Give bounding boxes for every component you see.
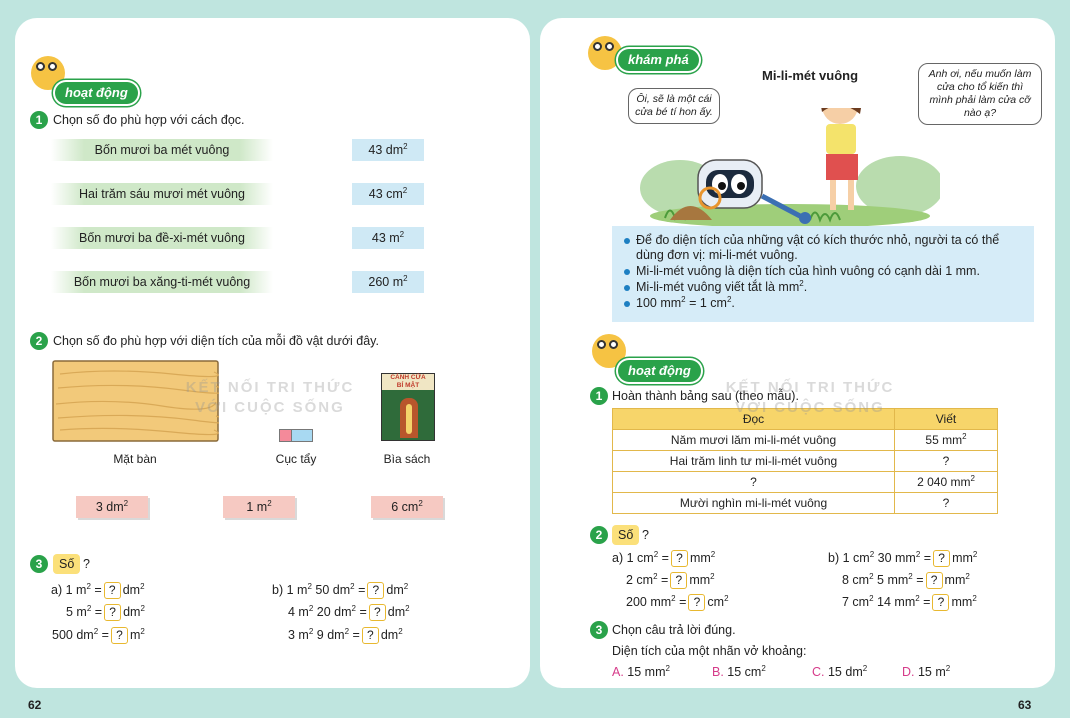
- answer-box[interactable]: ?: [361, 627, 379, 644]
- answer-box[interactable]: ?: [670, 550, 688, 567]
- question-2-prompt: Chọn số đo phù hợp với diện tích của mỗi…: [53, 334, 379, 348]
- expr-a3: 200 mm2 =? cm2: [626, 593, 729, 611]
- speech-bubble-robot: Ôi, sẽ là một cái cửa bé tí hon ấy.: [628, 88, 720, 124]
- so-question-mark: ?: [83, 557, 90, 571]
- info-item-2: Mi-li-mét vuông là diện tích của hình vu…: [624, 264, 1024, 279]
- question-number-2: 2: [30, 332, 48, 350]
- question-3-prompt: Chọn câu trả lời đúng.: [612, 623, 736, 637]
- watermark: KẾT NỐI TRI THỨC VỚI CUỘC SỐNG: [725, 379, 895, 416]
- info-box: Để đo diện tích của những vật có kích th…: [612, 226, 1034, 322]
- question-number-1: 1: [30, 111, 48, 129]
- question-3-subprompt: Diện tích của một nhãn vở khoảng:: [612, 644, 807, 658]
- choice-c[interactable]: C. 15 dm2: [812, 665, 867, 680]
- table-answer-cell[interactable]: ?: [894, 450, 998, 472]
- expr-b3: 3 m2 9 dm2 =? dm2: [288, 626, 403, 644]
- choice-d[interactable]: D. 15 m2: [902, 665, 950, 680]
- answer-box[interactable]: ?: [368, 604, 386, 621]
- measure-1[interactable]: 43 dm2: [352, 139, 424, 161]
- info-item-4: 100 mm2 = 1 cm2.: [624, 296, 1024, 311]
- answer-box[interactable]: ?: [932, 594, 950, 611]
- expr-a1: a) 1 m2 =? dm2: [51, 581, 145, 599]
- area-option-3[interactable]: 6 cm2: [371, 496, 443, 518]
- so-label: Số: [612, 525, 640, 545]
- lesson-title: Mi-li-mét vuông: [762, 68, 859, 83]
- page-number-left: 62: [28, 698, 42, 712]
- area-option-2[interactable]: 1 m2: [223, 496, 295, 518]
- item-label-eraser: Cục tẩy: [275, 452, 317, 466]
- area-option-1[interactable]: 3 dm2: [76, 496, 148, 518]
- reading-4[interactable]: Bốn mươi ba xăng-ti-mét vuông: [51, 271, 273, 293]
- table-answer-cell[interactable]: ?: [894, 492, 998, 514]
- table-row: Hai trăm linh tư mi-li-mét vuông ?: [612, 450, 998, 472]
- speech-bubble-girl: Anh ơi, nếu muốn làm cửa cho tổ kiến thì…: [918, 63, 1042, 125]
- book-cover-image: CÁNH CỬA BÍ MẬT: [381, 373, 435, 441]
- item-label-table: Mặt bàn: [113, 452, 157, 466]
- answer-box[interactable]: ?: [103, 582, 121, 599]
- watermark: KẾT NỐI TRI THỨC VỚI CUỘC SỐNG: [185, 379, 355, 416]
- eraser-image: [279, 429, 313, 442]
- book-title-line-2: BÍ MẬT: [396, 382, 420, 389]
- answer-box[interactable]: ?: [933, 550, 951, 567]
- answer-box[interactable]: ?: [110, 627, 128, 644]
- left-page: hoạt động 1 Chọn số đo phù hợp với cách …: [15, 18, 530, 688]
- answer-box[interactable]: ?: [688, 594, 706, 611]
- expr-a2: 5 m2 =? dm2: [66, 603, 145, 621]
- table-row: Năm mươi lăm mi-li-mét vuông 55 mm2: [612, 429, 998, 451]
- expr-b2: 8 cm2 5 mm2 =? mm2: [842, 571, 970, 589]
- illustration-robot-girl: [640, 108, 940, 226]
- table-row: ? 2 040 mm2: [612, 471, 998, 493]
- choice-b[interactable]: B. 15 cm2: [712, 665, 766, 680]
- info-item-3: Mi-li-mét vuông viết tắt là mm2.: [624, 280, 1024, 295]
- table-row: Mười nghìn mi-li-mét vuông ?: [612, 492, 998, 514]
- section-badge-activity: hoạt động: [618, 360, 701, 382]
- measure-3[interactable]: 43 m2: [352, 227, 424, 249]
- reading-3[interactable]: Bốn mươi ba đề-xi-mét vuông: [51, 227, 273, 249]
- expr-b2: 4 m2 20 dm2 =? dm2: [288, 603, 410, 621]
- page-number-right: 63: [1018, 698, 1032, 712]
- right-page: khám phá Mi-li-mét vuông Ôi, sẽ là một c…: [540, 18, 1055, 688]
- expr-b1: b) 1 m2 50 dm2 =? dm2: [272, 581, 409, 599]
- section-badge-activity: hoạt động: [55, 82, 138, 104]
- section-badge-explore: khám phá: [618, 49, 699, 71]
- reading-2[interactable]: Hai trăm sáu mươi mét vuông: [51, 183, 273, 205]
- choice-a[interactable]: A. 15 mm2: [612, 665, 670, 680]
- expr-b1: b) 1 cm2 30 mm2 =? mm2: [828, 549, 978, 567]
- question-1-prompt: Chọn số đo phù hợp với cách đọc.: [53, 113, 245, 127]
- answer-box[interactable]: ?: [670, 572, 688, 589]
- answer-box[interactable]: ?: [104, 604, 122, 621]
- question-number-1: 1: [590, 387, 608, 405]
- info-item-1: Để đo diện tích của những vật có kích th…: [624, 233, 1024, 263]
- conversion-table: Đọc Viết Năm mươi lăm mi-li-mét vuông 55…: [612, 408, 998, 514]
- measure-4[interactable]: 260 m2: [352, 271, 424, 293]
- reading-1[interactable]: Bốn mươi ba mét vuông: [51, 139, 273, 161]
- table-answer-cell[interactable]: ?: [612, 471, 895, 493]
- measure-2[interactable]: 43 cm2: [352, 183, 424, 205]
- book-title-line-1: CÁNH CỬA: [390, 374, 426, 381]
- expr-a1: a) 1 cm2 =? mm2: [612, 549, 716, 567]
- expr-a3: 500 dm2 =? m2: [52, 626, 145, 644]
- expr-a2: 2 cm2 =? mm2: [626, 571, 715, 589]
- answer-box[interactable]: ?: [367, 582, 385, 599]
- robot-telescope-icon: [588, 36, 622, 70]
- answer-box[interactable]: ?: [925, 572, 943, 589]
- question-number-2: 2: [590, 526, 608, 544]
- so-label: Số: [53, 554, 81, 574]
- question-number-3: 3: [30, 555, 48, 573]
- question-number-3: 3: [590, 621, 608, 639]
- so-question-mark: ?: [642, 528, 649, 542]
- expr-b3: 7 cm2 14 mm2 =? mm2: [842, 593, 977, 611]
- item-label-book: Bìa sách: [383, 452, 431, 466]
